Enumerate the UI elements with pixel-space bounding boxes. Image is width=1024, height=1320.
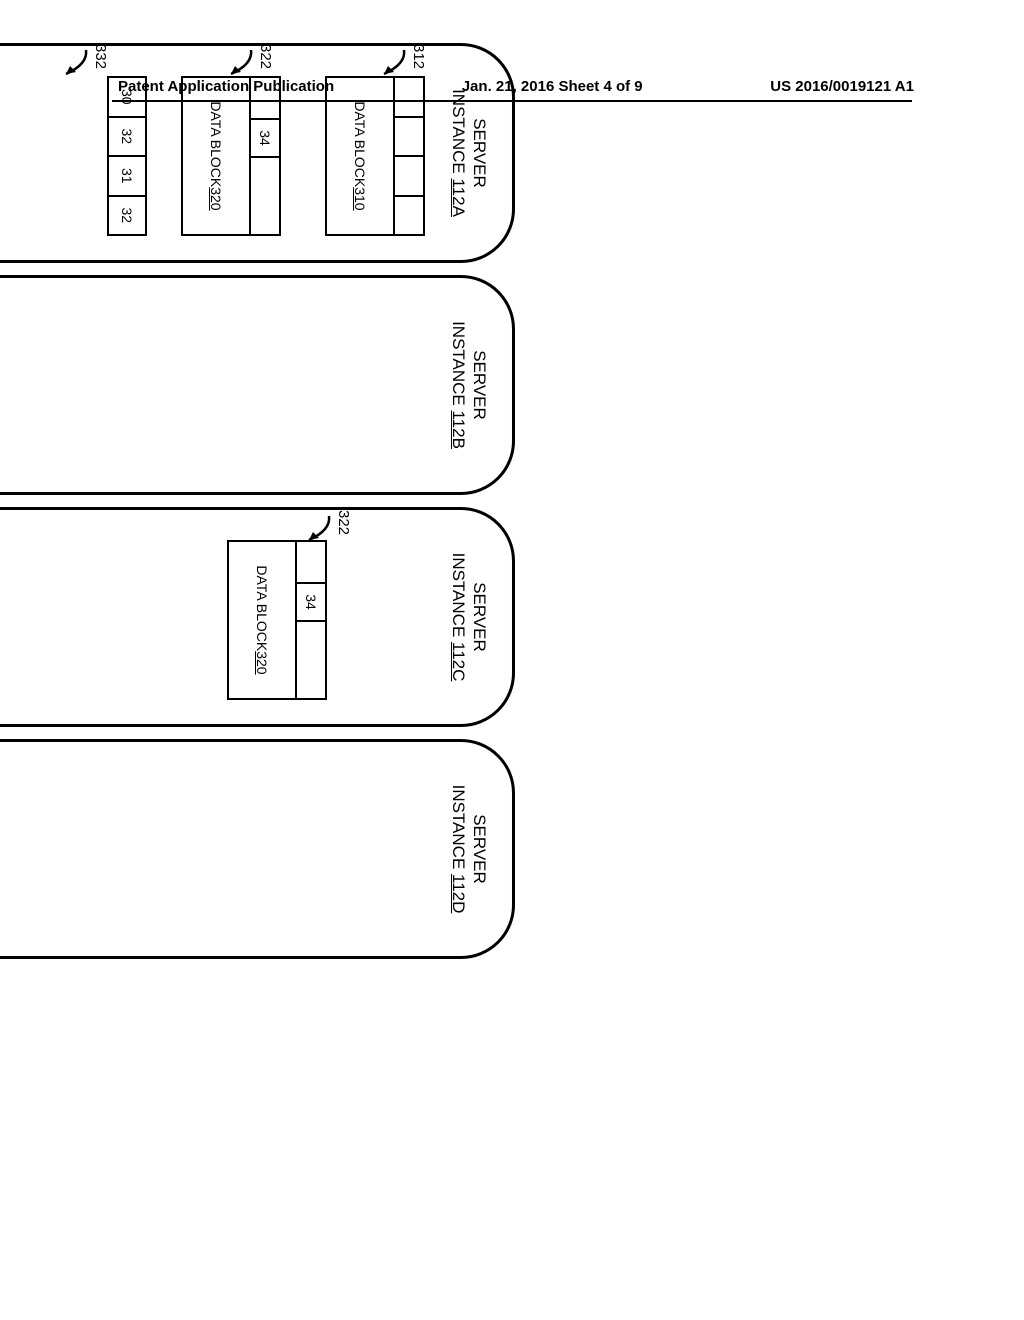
callout-332-label: 332 xyxy=(92,44,109,69)
data-block-320a-label-num: 320 xyxy=(209,187,225,210)
block-320a-vcell-pad1 xyxy=(252,158,280,234)
arrow-icon xyxy=(281,510,335,564)
diagram: SERVER INSTANCE 112A 312 xyxy=(0,43,515,1048)
server-a-title-num: 112A xyxy=(449,178,468,216)
block-310-vcell-1 xyxy=(396,118,424,158)
server-d-title-num: 112D xyxy=(449,874,468,913)
callout-322-c: 322 xyxy=(281,510,352,564)
server-b-title-num: 112B xyxy=(449,410,468,448)
server-c-title-num: 112C xyxy=(449,642,468,681)
server-b-title-l2pre: INSTANCE xyxy=(449,321,468,410)
data-block-320a-label-pre: DATA BLOCK xyxy=(209,101,225,187)
data-block-310: DATA BLOCK 310 xyxy=(326,76,396,236)
server-c-title-l2pre: INSTANCE xyxy=(449,553,468,642)
block-320c-vcell: 34 xyxy=(298,582,326,622)
block-310-vcell-row xyxy=(394,76,426,236)
block-320c-vcell-pad1 xyxy=(298,622,326,698)
server-b-title: SERVER INSTANCE 112B xyxy=(448,294,491,476)
data-block-320a: DATA BLOCK 320 xyxy=(182,76,252,236)
server-a-title-l2pre: INSTANCE xyxy=(449,89,468,178)
arrow-icon xyxy=(38,44,92,98)
callout-312: 312 xyxy=(356,44,427,98)
block-320a-vcell-row: 34 xyxy=(250,76,282,236)
server-instance-b: SERVER INSTANCE 112B xyxy=(0,275,515,495)
data-block-320c-label-num: 320 xyxy=(255,651,271,674)
data-block-310-label-num: 310 xyxy=(353,187,369,210)
server-d-title-l1: SERVER xyxy=(470,814,489,884)
block-320c-vcell-row: 34 xyxy=(296,540,328,700)
versions-332-c0: 30 xyxy=(110,78,146,118)
header-right: US 2016/0019121 A1 xyxy=(770,78,914,95)
callout-322-a: 322 xyxy=(203,44,274,98)
callout-322c-label: 322 xyxy=(335,510,352,535)
versions-332-c2: 31 xyxy=(110,157,146,197)
page: Patent Application Publication Jan. 21, … xyxy=(0,0,1024,1320)
block-310-vcell-3 xyxy=(396,197,424,235)
arrow-icon xyxy=(203,44,257,98)
diagram-wrap: SERVER INSTANCE 112A 312 xyxy=(140,170,890,1175)
versions-332-c3: 32 xyxy=(110,197,146,235)
callout-312-label: 312 xyxy=(410,44,427,69)
callout-332: 332 xyxy=(38,44,109,98)
server-c-title-l1: SERVER xyxy=(470,582,489,652)
data-block-320c-label-pre: DATA BLOCK xyxy=(255,565,271,651)
versions-row-332: 30 32 31 32 xyxy=(108,76,148,236)
server-d-title: SERVER INSTANCE 112D xyxy=(448,758,491,940)
data-block-310-label-pre: DATA BLOCK xyxy=(353,101,369,187)
data-block-320c: DATA BLOCK 320 xyxy=(228,540,298,700)
server-row: SERVER INSTANCE 112A 312 xyxy=(0,43,515,1048)
callout-322a-label: 322 xyxy=(257,44,274,69)
server-instance-d: SERVER INSTANCE 112D xyxy=(0,739,515,959)
server-instance-c: SERVER INSTANCE 112C 322 xyxy=(0,507,515,727)
server-c-title: SERVER INSTANCE 112C xyxy=(448,526,491,708)
server-b-title-l1: SERVER xyxy=(470,350,489,420)
block-310-vcell-2 xyxy=(396,157,424,197)
versions-332-c1: 32 xyxy=(110,118,146,158)
server-instance-a: SERVER INSTANCE 112A 312 xyxy=(0,43,515,263)
server-a-title: SERVER INSTANCE 112A xyxy=(448,62,491,244)
server-a-title-l1: SERVER xyxy=(470,118,489,188)
block-320a-vcell: 34 xyxy=(252,118,280,158)
server-d-title-l2pre: INSTANCE xyxy=(449,785,468,874)
arrow-icon xyxy=(356,44,410,98)
